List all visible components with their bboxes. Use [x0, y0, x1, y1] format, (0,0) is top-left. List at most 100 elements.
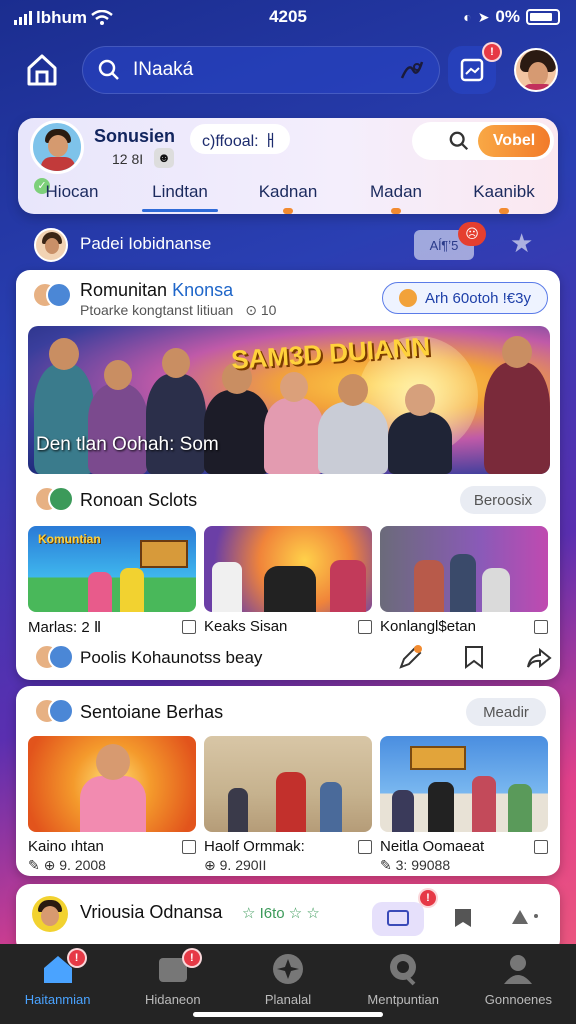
thumbnail-card[interactable]: Konlangl$etan	[380, 526, 548, 636]
profile-name: Sonusien	[94, 126, 176, 146]
person	[388, 384, 452, 474]
tab-3-label: Madan	[370, 182, 422, 201]
thumbnail-meta-value: 9. 290II	[219, 857, 267, 873]
search-icon	[98, 59, 119, 80]
person	[264, 566, 316, 612]
thumbnail-image	[380, 736, 548, 832]
thumbnail-card[interactable]: Keaks Sisan	[204, 526, 372, 636]
profile-icon	[501, 952, 535, 986]
thumbnail-meta: ⊕ 9. 290II	[204, 857, 267, 873]
thumbnail-caption: Konlangl$etan	[380, 618, 548, 635]
bookmark-icon[interactable]	[358, 839, 372, 854]
home-icon: !	[41, 948, 87, 986]
hero-caption: Den tlan Oohah: Som	[36, 434, 219, 455]
card-chip[interactable]: Arh 60otoh !€3y	[382, 282, 548, 314]
card-title[interactable]: Vriousia Odnansa	[80, 902, 222, 923]
community-row[interactable]: Padei Iobidnanse Aĺ¶ʼ5 ☹ ★	[34, 222, 554, 262]
profile-search-button[interactable]: Vobel	[478, 125, 550, 157]
bookmark-icon[interactable]	[182, 620, 196, 634]
tab-indicator-dot	[499, 208, 509, 214]
profile-avatar[interactable]	[30, 120, 84, 174]
folder-icon: !	[156, 948, 202, 986]
notification-badge: !	[418, 888, 438, 908]
card-chip[interactable]: Meadir	[466, 698, 546, 726]
thumbnail-banner: Komuntian	[38, 532, 101, 546]
bookmark-icon[interactable]	[534, 839, 548, 854]
feed-card: Sentoiane Berhas Meadir Kaino ıhtan ✎ ⊕ …	[16, 686, 560, 876]
reaction-icon: ☹	[458, 222, 486, 246]
nav-label: Hidaneon	[144, 992, 201, 1007]
alarm-icon: ◐	[463, 9, 472, 25]
profile-search[interactable]: Vobel	[412, 122, 554, 160]
notification-badge: !	[181, 948, 202, 968]
inbox-button[interactable]: !	[448, 42, 502, 94]
thumbnail-card[interactable]: Haolf Ormmak: ⊕ 9. 290II	[204, 736, 372, 874]
voice-search-icon[interactable]	[399, 58, 425, 82]
thumbnail-meta: ✎ ⊕ 9. 2008	[28, 857, 106, 873]
avatar	[46, 282, 72, 308]
thumbnail-title: Marlas: 2 Ⅱ	[28, 619, 102, 636]
edit-icon[interactable]	[396, 644, 424, 672]
nav-profile[interactable]: Gonnoenes	[461, 944, 576, 1024]
tab-2[interactable]: Kadnan	[234, 174, 342, 214]
nav-label: Mentpuntian	[367, 992, 439, 1007]
search-input[interactable]: INaaká	[133, 59, 399, 81]
more-icon[interactable]	[508, 904, 542, 928]
thumbnail-title: Haolf Ormmak:	[204, 838, 305, 855]
home-button[interactable]	[24, 52, 60, 88]
bookmark-icon[interactable]	[452, 906, 474, 930]
bookmark-icon[interactable]	[182, 839, 196, 854]
user-avatar[interactable]	[514, 48, 558, 92]
emoji-icon: ☻	[154, 148, 174, 168]
message-icon	[387, 910, 409, 926]
thumbnail-caption: Neitla Oomaeat	[380, 838, 548, 855]
tab-0[interactable]: Hiocan	[18, 174, 126, 214]
tab-1[interactable]: Lindtan	[126, 174, 234, 214]
flame-icon	[399, 289, 418, 307]
action-label[interactable]: Poolis Kohaunotss beay	[80, 648, 262, 668]
section-chip[interactable]: Beroosix	[460, 486, 546, 514]
person	[212, 562, 242, 612]
thumbnail-image	[28, 736, 196, 832]
hero-image[interactable]: SAM3D DUIANN Den tlan Oohah: Som	[28, 326, 550, 474]
thumbnail-image	[204, 526, 372, 612]
star-icon[interactable]: ★	[510, 228, 533, 259]
search-bar[interactable]: INaaká	[82, 46, 440, 94]
tab-3[interactable]: Madan	[342, 174, 450, 214]
thumbnail-card[interactable]: Komuntian Marlas: 2 Ⅱ	[28, 526, 196, 636]
card-title[interactable]: Sentoiane Berhas	[80, 702, 223, 723]
notification-badge: !	[482, 42, 502, 62]
thumbnail-meta-value: 3: 99088	[395, 857, 451, 873]
bookmark-icon[interactable]	[462, 644, 486, 670]
bookmark-icon[interactable]	[534, 619, 548, 634]
avatar	[48, 698, 74, 724]
person	[276, 772, 306, 832]
group-avatar	[34, 486, 74, 514]
message-button[interactable]: !	[372, 888, 438, 936]
share-icon[interactable]	[526, 646, 552, 670]
card-title[interactable]: Romunitan Knonsa	[80, 280, 233, 301]
thumbnail-meta-value: 9. 2008	[59, 857, 106, 873]
tab-indicator-dot	[391, 208, 401, 214]
home-icon	[27, 54, 57, 86]
nav-label: Gonnoenes	[484, 992, 553, 1007]
tab-4[interactable]: Kaanibk	[450, 174, 558, 214]
thumbnail-row: Kaino ıhtan ✎ ⊕ 9. 2008 Haolf Ormmak: ⊕ …	[28, 736, 550, 874]
avatar	[48, 644, 74, 670]
explore-icon	[271, 952, 305, 986]
person	[472, 776, 496, 832]
person-head	[96, 744, 130, 780]
person	[392, 790, 414, 832]
status-pill[interactable]: c)ffooal: ㅐ	[190, 124, 290, 154]
person	[264, 372, 324, 474]
bookmark-icon[interactable]	[358, 619, 372, 634]
thumbnail-title: Kaino ıhtan	[28, 838, 104, 855]
thumbnail-card[interactable]: Kaino ıhtan ✎ ⊕ 9. 2008	[28, 736, 196, 874]
battery-icon	[526, 9, 560, 25]
nav-home[interactable]: ! Haitanmian	[0, 944, 115, 1024]
group-avatar	[34, 644, 74, 672]
battery-percent: 0%	[495, 7, 520, 26]
tab-2-label: Kadnan	[258, 182, 318, 201]
thumbnail-card[interactable]: Neitla Oomaeat ✎ 3: 99088	[380, 736, 548, 874]
thumbnail-caption: Keaks Sisan	[204, 618, 372, 635]
